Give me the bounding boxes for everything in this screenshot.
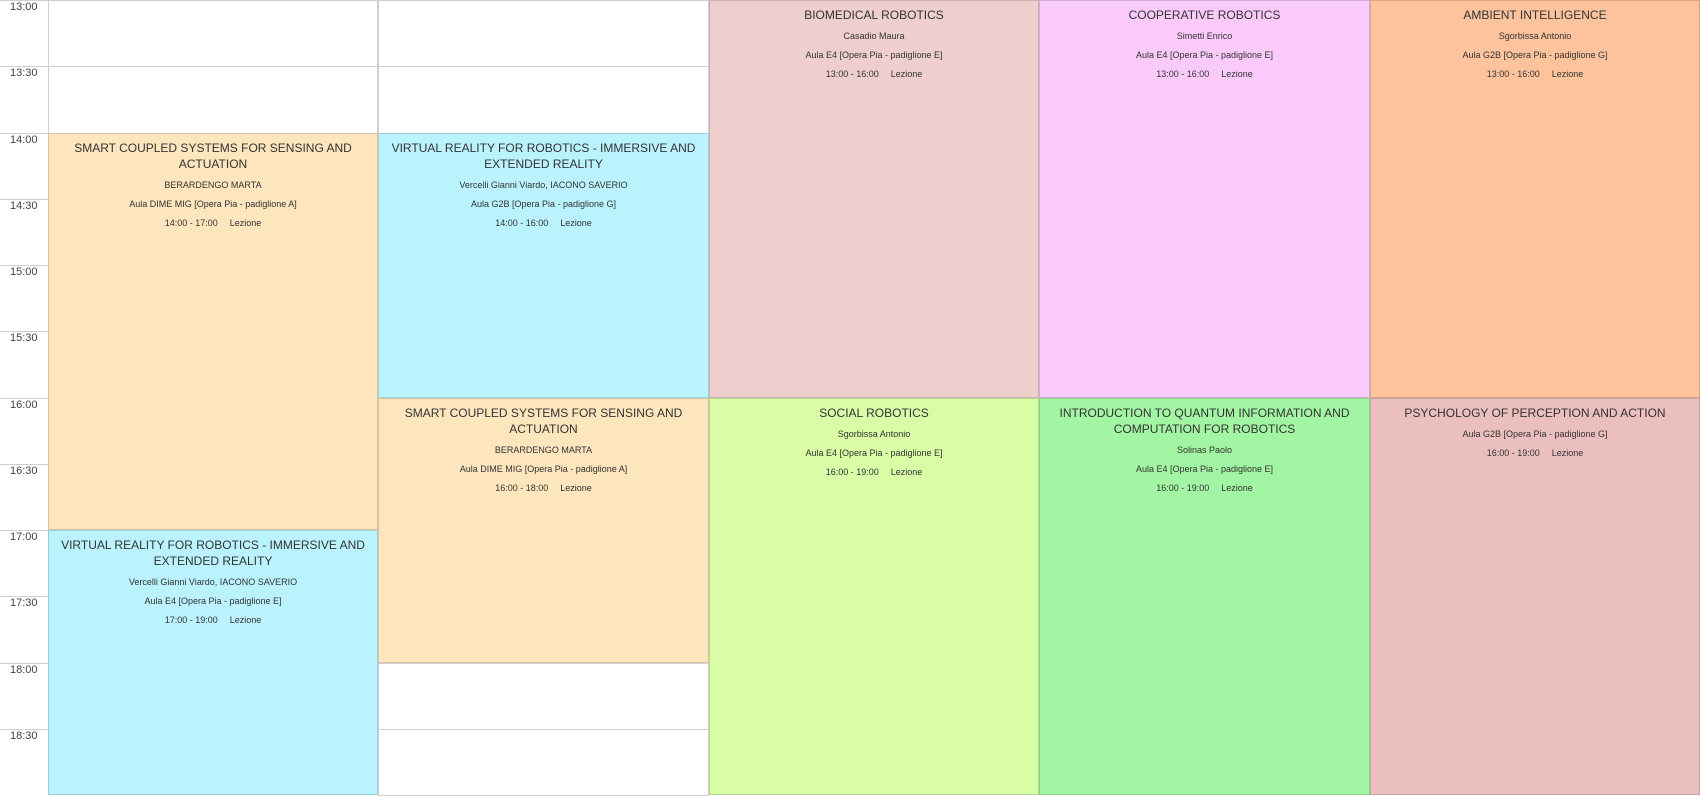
- event-room: Aula E4 [Opera Pia - padiglione E]: [805, 447, 943, 458]
- event-block[interactable]: VIRTUAL REALITY FOR ROBOTICS - IMMERSIVE…: [378, 132, 709, 398]
- time-label: 13:00: [10, 1, 38, 13]
- event-time-row: 14:00 - 17:00 Lezione: [49, 217, 377, 229]
- event-teacher: Vercelli Gianni Viardo, IACONO SAVERIO: [128, 577, 298, 587]
- event-type: Lezione: [1221, 69, 1253, 79]
- event-room: Aula G2B [Opera Pia - padiglione G]: [1462, 50, 1608, 60]
- event-time-row: 13:00 - 16:00 Lezione: [1040, 68, 1369, 80]
- event-time: 16:00 - 18:00: [495, 482, 549, 493]
- event-time: 13:00 - 16:00: [1486, 69, 1540, 79]
- event-time-row: 16:00 - 19:00 Lezione: [710, 466, 1038, 478]
- time-label: 17:30: [10, 597, 38, 610]
- event-type: Lezione: [229, 615, 262, 625]
- time-label: 16:30: [10, 464, 38, 477]
- event-time: 14:00 - 16:00: [495, 217, 549, 228]
- event-block[interactable]: SMART COUPLED SYSTEMS FOR SENSING AND AC…: [378, 397, 709, 663]
- event-title: COOPERATIVE ROBOTICS: [1128, 8, 1281, 22]
- event-time-row: 16:00 - 19:00 Lezione: [1040, 482, 1369, 494]
- event-room: Aula E4 [Opera Pia - padiglione E]: [144, 596, 282, 606]
- time-label: 18:30: [10, 729, 38, 742]
- event-teacher: Sgorbissa Antonio: [1498, 31, 1572, 41]
- event-room: Aula DIME MIG [Opera Pia - padiglione A]: [459, 463, 628, 474]
- event-room: Aula E4 [Opera Pia - padiglione E]: [1135, 463, 1274, 474]
- event-title: SMART COUPLED SYSTEMS FOR SENSING AND AC…: [404, 405, 683, 436]
- event-block[interactable]: PSYCHOLOGY OF PERCEPTION AND ACTION Aula …: [1370, 397, 1700, 795]
- event-time: 16:00 - 19:00: [825, 466, 879, 477]
- time-label: 13:30: [10, 67, 38, 80]
- event-type: Lezione: [1221, 482, 1253, 493]
- event-time: 13:00 - 16:00: [1156, 69, 1210, 79]
- event-type: Lezione: [229, 217, 262, 228]
- event-teacher: Simetti Enrico: [1176, 31, 1233, 41]
- empty-slot[interactable]: [48, 0, 378, 68]
- empty-slot[interactable]: [378, 662, 709, 730]
- event-teacher: Casadio Maura: [843, 31, 905, 41]
- event-room: Aula G2B [Opera Pia - padiglione G]: [470, 198, 617, 209]
- event-type: Lezione: [560, 482, 592, 493]
- event-teacher: Vercelli Gianni Viardo, IACONO SAVERIO: [459, 179, 628, 190]
- event-type: Lezione: [560, 217, 592, 228]
- event-block[interactable]: COOPERATIVE ROBOTICS Simetti Enrico Aula E…: [1039, 0, 1370, 398]
- event-time-row: 13:00 - 16:00 Lezione: [1371, 68, 1699, 80]
- event-type: Lezione: [890, 69, 923, 79]
- event-title: INTRODUCTION TO QUANTUM INFORMATION AND …: [1059, 405, 1350, 436]
- time-label: 17:00: [10, 531, 38, 543]
- event-time: 13:00 - 16:00: [825, 69, 879, 79]
- event-type: Lezione: [1551, 447, 1584, 458]
- event-block[interactable]: SMART COUPLED SYSTEMS FOR SENSING AND AC…: [48, 132, 378, 530]
- event-time: 14:00 - 17:00: [164, 217, 218, 228]
- time-column: 13:00 13:30 14:00 14:30 15:00 15:30 16:00 16:30…: [0, 0, 49, 795]
- event-block[interactable]: INTRODUCTION TO QUANTUM INFORMATION AND …: [1039, 397, 1370, 795]
- time-label: 16:00: [10, 398, 38, 411]
- event-title: AMBIENT INTELLIGENCE: [1463, 8, 1607, 22]
- event-title: SOCIAL ROBOTICS: [819, 405, 929, 420]
- time-label: 15:00: [10, 266, 38, 278]
- event-room: Aula DIME MIG [Opera Pia - padiglione A]: [129, 198, 297, 209]
- event-teacher: BERARDENGO MARTA: [164, 179, 262, 190]
- event-time-row: 14:00 - 16:00 Lezione: [379, 217, 708, 229]
- event-time-row: 16:00 - 19:00 Lezione: [1371, 447, 1699, 459]
- event-time: 16:00 - 19:00: [1156, 482, 1210, 493]
- event-teacher: BERARDENGO MARTA: [494, 444, 593, 455]
- event-block[interactable]: VIRTUAL REALITY FOR ROBOTICS - IMMERSIVE…: [48, 530, 378, 795]
- event-time-row: 13:00 - 16:00 Lezione: [710, 68, 1038, 80]
- empty-slot[interactable]: [378, 0, 709, 68]
- event-teacher: Solinas Paolo: [1176, 444, 1233, 455]
- time-label: 15:30: [10, 332, 38, 345]
- event-time: 17:00 - 19:00: [164, 615, 218, 625]
- time-label: 14:30: [10, 199, 38, 212]
- event-type: Lezione: [1551, 69, 1584, 79]
- event-title: VIRTUAL REALITY FOR ROBOTICS - IMMERSIVE…: [391, 140, 696, 171]
- empty-slot[interactable]: [378, 66, 709, 134]
- event-block[interactable]: BIOMEDICAL ROBOTICS Casadio Maura Aula E4 …: [709, 0, 1039, 398]
- event-time-row: 17:00 - 19:00 Lezione: [49, 614, 377, 626]
- event-block[interactable]: AMBIENT INTELLIGENCE Sgorbissa Antonio Aul…: [1370, 0, 1700, 398]
- empty-slot[interactable]: [378, 728, 709, 796]
- event-type: Lezione: [890, 466, 923, 477]
- event-time: 16:00 - 19:00: [1486, 447, 1540, 458]
- event-title: BIOMEDICAL ROBOTICS: [804, 8, 944, 22]
- event-time-row: 16:00 - 18:00 Lezione: [379, 482, 708, 494]
- event-title: VIRTUAL REALITY FOR ROBOTICS - IMMERSIVE…: [61, 538, 365, 568]
- event-room: Aula E4 [Opera Pia - padiglione E]: [805, 50, 943, 60]
- event-title: PSYCHOLOGY OF PERCEPTION AND ACTION: [1404, 405, 1666, 420]
- event-room: Aula E4 [Opera Pia - padiglione E]: [1135, 50, 1274, 60]
- event-title: SMART COUPLED SYSTEMS FOR SENSING AND AC…: [74, 140, 352, 171]
- event-block[interactable]: SOCIAL ROBOTICS Sgorbissa Antonio Aula E4 …: [709, 397, 1039, 795]
- empty-slot[interactable]: [48, 66, 378, 134]
- time-label: 14:00: [10, 133, 38, 146]
- time-label: 18:00: [10, 663, 38, 676]
- event-teacher: Sgorbissa Antonio: [837, 428, 911, 439]
- event-room: Aula G2B [Opera Pia - padiglione G]: [1462, 428, 1608, 439]
